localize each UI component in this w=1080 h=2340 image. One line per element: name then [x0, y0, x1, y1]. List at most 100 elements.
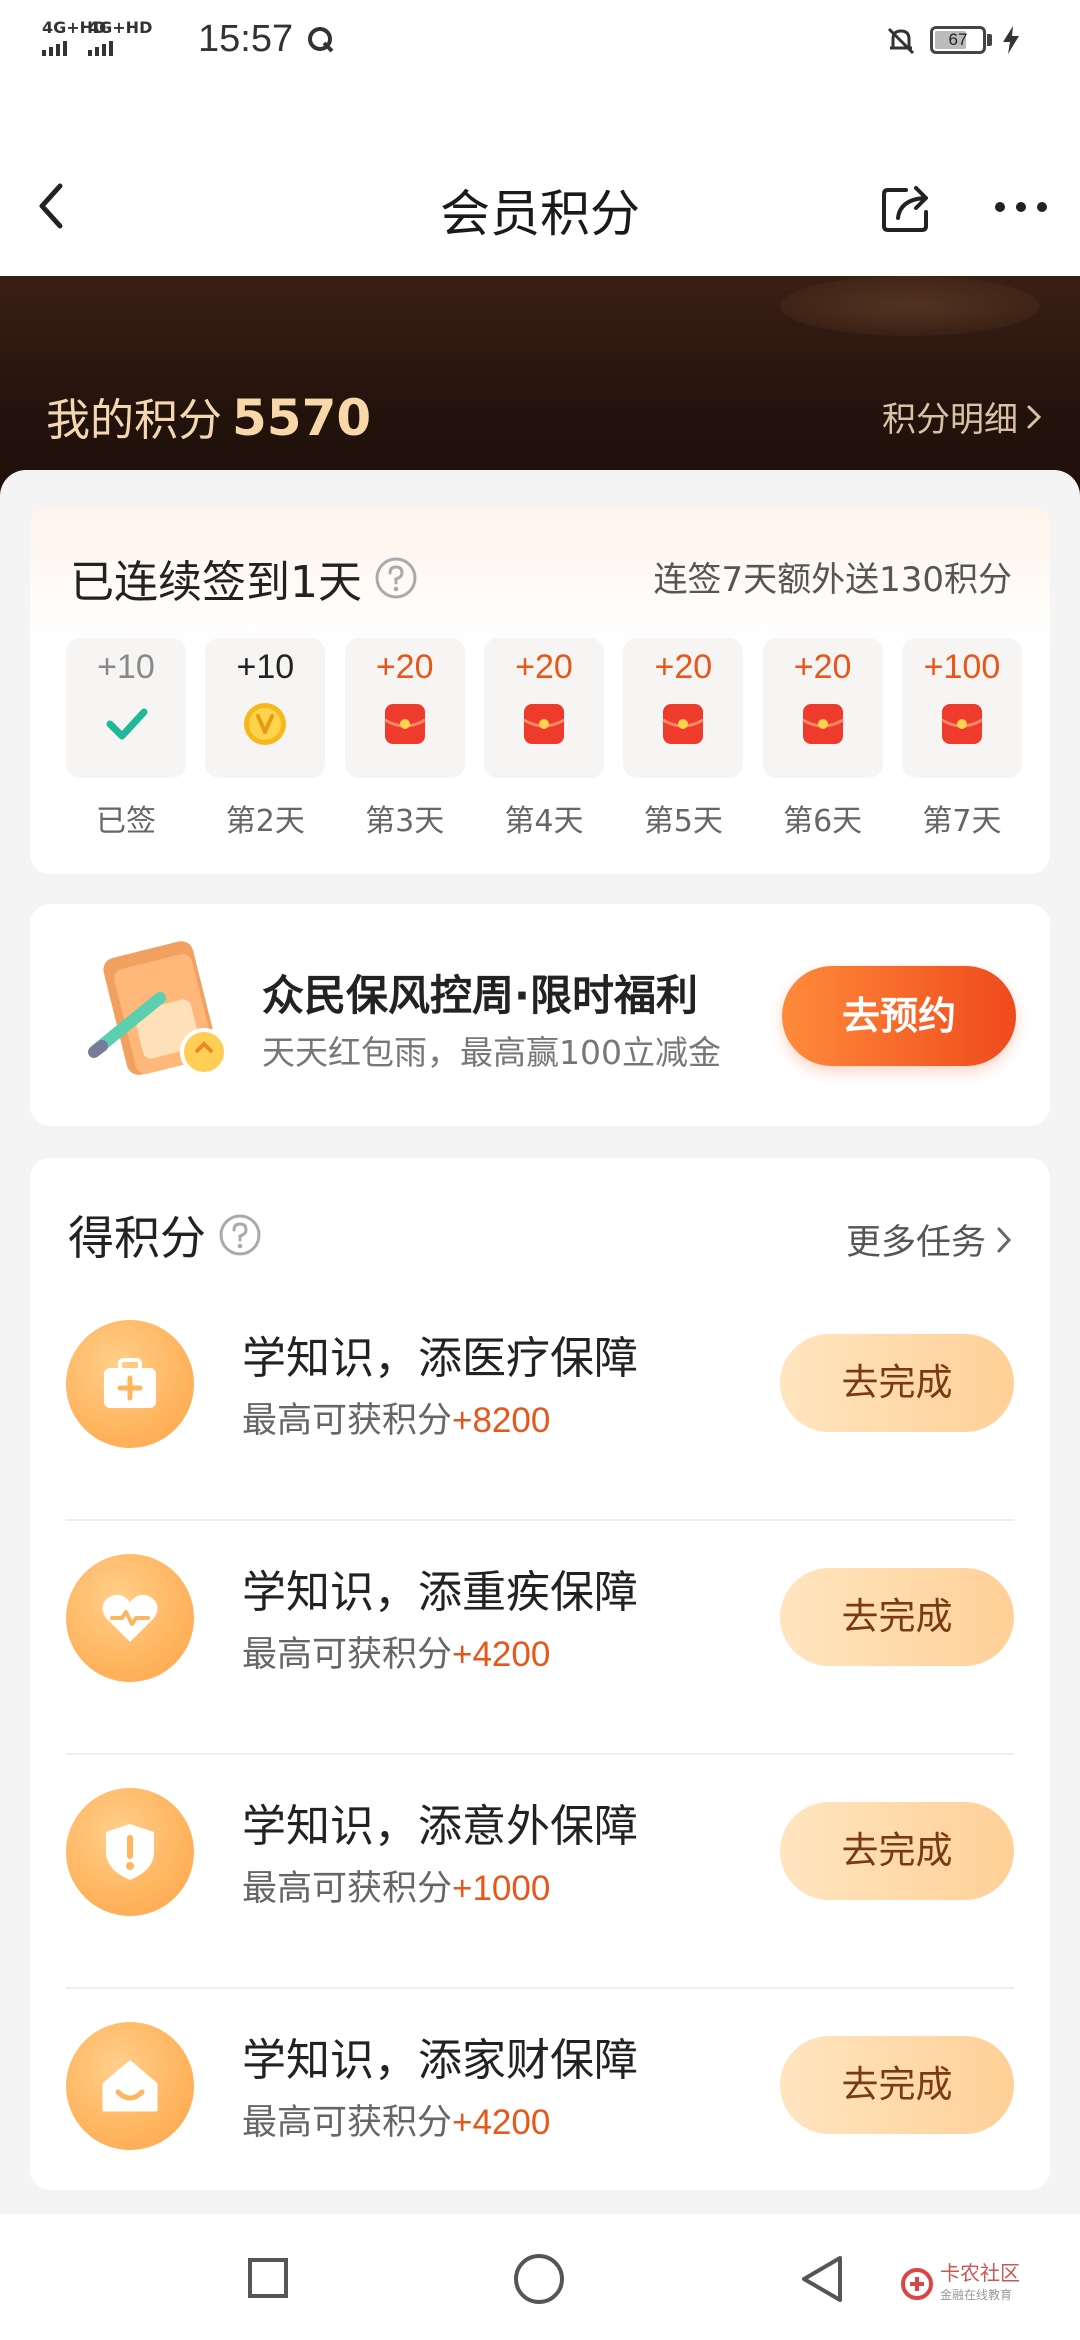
- points-detail-link[interactable]: 积分明细: [882, 392, 1042, 441]
- signin-day-points: +20: [375, 648, 434, 686]
- signin-day-label: 第3天: [365, 804, 445, 839]
- signin-day-box: +10: [66, 638, 186, 778]
- signin-day[interactable]: +20 第6天: [762, 638, 883, 840]
- battery-icon: 67: [930, 26, 986, 54]
- task-row: 学知识，添家财保障 最高可获积分+4200 去完成: [30, 1990, 1050, 2223]
- header-decoration: [780, 276, 1040, 336]
- help-icon[interactable]: [218, 1213, 262, 1257]
- points-value: 5570: [232, 389, 372, 447]
- red-envelope-icon: [523, 704, 565, 744]
- home-button[interactable]: [514, 2254, 564, 2304]
- signin-day-points: +10: [236, 648, 295, 686]
- signin-day-points: +10: [97, 648, 155, 686]
- share-icon[interactable]: [880, 180, 934, 234]
- watermark-logo-icon: [901, 2268, 933, 2300]
- signin-day-points: +20: [654, 648, 713, 686]
- signal-icon: [42, 41, 67, 56]
- task-reward-prefix: 最高可获积分: [242, 1869, 453, 1909]
- charging-icon: [1003, 26, 1019, 54]
- task-reward: 最高可获积分+1000: [242, 1860, 550, 1911]
- promo-card[interactable]: 众民保风控周·限时福利 天天红包雨，最高赢100立减金 去预约: [30, 904, 1050, 1126]
- coin-icon: [244, 703, 287, 745]
- red-envelope-icon: [941, 704, 983, 744]
- signin-day-box: +100: [901, 638, 1022, 778]
- signin-title: 已连续签到1天: [70, 546, 418, 610]
- task-row: 学知识，添意外保障 最高可获积分+1000 去完成: [30, 1756, 1050, 1989]
- signin-day-label: 已签: [96, 804, 156, 839]
- signin-day-box: +20: [623, 638, 744, 778]
- system-nav-bar: 卡农社区 金融在线教育: [0, 2214, 1080, 2340]
- signin-day[interactable]: +100 第7天: [901, 638, 1022, 840]
- red-envelope-icon: [801, 704, 844, 744]
- tasks-title-label: 得积分: [68, 1211, 206, 1265]
- task-reward-prefix: 最高可获积分: [242, 1401, 453, 1441]
- signin-day-box: +20: [762, 638, 883, 778]
- task-name: 学知识，添家财保障: [242, 2035, 638, 2086]
- battery-level: 67: [948, 30, 968, 49]
- chevron-right-icon: [1027, 405, 1042, 428]
- signal-icon-2: [88, 41, 113, 56]
- task-row: 学知识，添医疗保障 最高可获积分+8200 去完成: [30, 1288, 1050, 1521]
- status-bar: 4G+HD 4G+HD 15:57 67: [0, 0, 1080, 86]
- more-dots-icon[interactable]: [992, 192, 1050, 222]
- back-triangle-icon[interactable]: [796, 2252, 846, 2306]
- signin-day-label: 第2天: [225, 804, 305, 839]
- chevron-right-icon: [997, 1227, 1012, 1252]
- signin-day[interactable]: +10 已签: [66, 638, 186, 840]
- heart-pulse-icon: [102, 1594, 158, 1642]
- task-reward-points: +1000: [452, 1869, 551, 1908]
- task-reward: 最高可获积分+4200: [242, 1626, 550, 1677]
- my-points: 我的积分 5570: [46, 384, 371, 448]
- task-reward-prefix: 最高可获积分: [242, 1635, 453, 1675]
- nav-bar: 会员积分: [0, 86, 1080, 276]
- points-label: 我的积分: [46, 395, 222, 446]
- signin-day-label: 第7天: [922, 804, 1002, 839]
- signin-card: 已连续签到1天 连签7天额外送130积分 +10 已签 +10 第2天 +20 第3天 +2…: [30, 506, 1050, 874]
- signin-day-points: +100: [923, 648, 1001, 686]
- promo-subtitle: 天天红包雨，最高赢100立减金: [262, 1033, 721, 1072]
- signin-day-label: 第6天: [783, 804, 863, 839]
- signin-day[interactable]: +20 第3天: [344, 638, 465, 840]
- signin-days: +10 已签 +10 第2天 +20 第3天 +20 第4天 +20 第5天 +20 第6天 +100 第…: [66, 638, 1022, 840]
- watermark-sub: 金融在线教育: [940, 2288, 1013, 2302]
- signin-bonus: 连签7天额外送130积分: [653, 560, 1012, 600]
- task-name: 学知识，添重疾保障: [242, 1567, 638, 1618]
- help-icon[interactable]: [374, 556, 418, 600]
- task-reward-prefix: 最高可获积分: [242, 2103, 453, 2143]
- more-tasks-link[interactable]: 更多任务: [846, 1214, 1012, 1265]
- tasks-title: 得积分: [68, 1202, 262, 1268]
- red-envelope-icon: [383, 704, 426, 744]
- complete-task-button[interactable]: 去完成: [780, 1568, 1014, 1666]
- shield-alert-icon: [106, 1824, 154, 1880]
- complete-task-button[interactable]: 去完成: [780, 1802, 1014, 1900]
- task-row: 学知识，添重疾保障 最高可获积分+4200 去完成: [30, 1522, 1050, 1755]
- check-icon: [106, 708, 148, 740]
- signin-day-label: 第5天: [643, 804, 723, 839]
- task-icon-badge: [66, 1788, 194, 1916]
- signin-streak: 已连续签到1天: [70, 557, 362, 608]
- task-icon-badge: [66, 2022, 194, 2150]
- task-reward-points: +8200: [452, 1401, 551, 1440]
- row-divider: [66, 1987, 1014, 1989]
- task-name: 学知识，添意外保障: [242, 1801, 638, 1852]
- network-indicator-2: 4G+HD: [88, 18, 153, 37]
- more-tasks-label: 更多任务: [845, 1223, 986, 1263]
- task-icon-badge: [66, 1320, 194, 1448]
- promo-title: 众民保风控周·限时福利: [262, 971, 698, 1020]
- complete-task-button[interactable]: 去完成: [780, 2036, 1014, 2134]
- signin-day[interactable]: +10 第2天: [205, 638, 326, 840]
- red-envelope-icon: [662, 704, 705, 744]
- row-divider: [66, 1519, 1014, 1521]
- signin-day-box: +20: [483, 638, 604, 778]
- recent-apps-button[interactable]: [248, 2258, 288, 2298]
- tasks-card: 得积分 更多任务 学知识，添医疗保障 最高可获积分+8200 去完成 学知识，添重疾保…: [30, 1158, 1050, 2190]
- complete-task-button[interactable]: 去完成: [780, 1334, 1014, 1432]
- points-detail-label: 积分明细: [882, 400, 1018, 440]
- house-icon: [102, 2060, 158, 2112]
- signin-day[interactable]: +20 第4天: [483, 638, 604, 840]
- row-divider: [66, 1753, 1014, 1755]
- reserve-button[interactable]: 去预约: [782, 966, 1016, 1066]
- task-reward: 最高可获积分+4200: [242, 2094, 550, 2145]
- task-reward: 最高可获积分+8200: [242, 1392, 550, 1443]
- signin-day[interactable]: +20 第5天: [623, 638, 744, 840]
